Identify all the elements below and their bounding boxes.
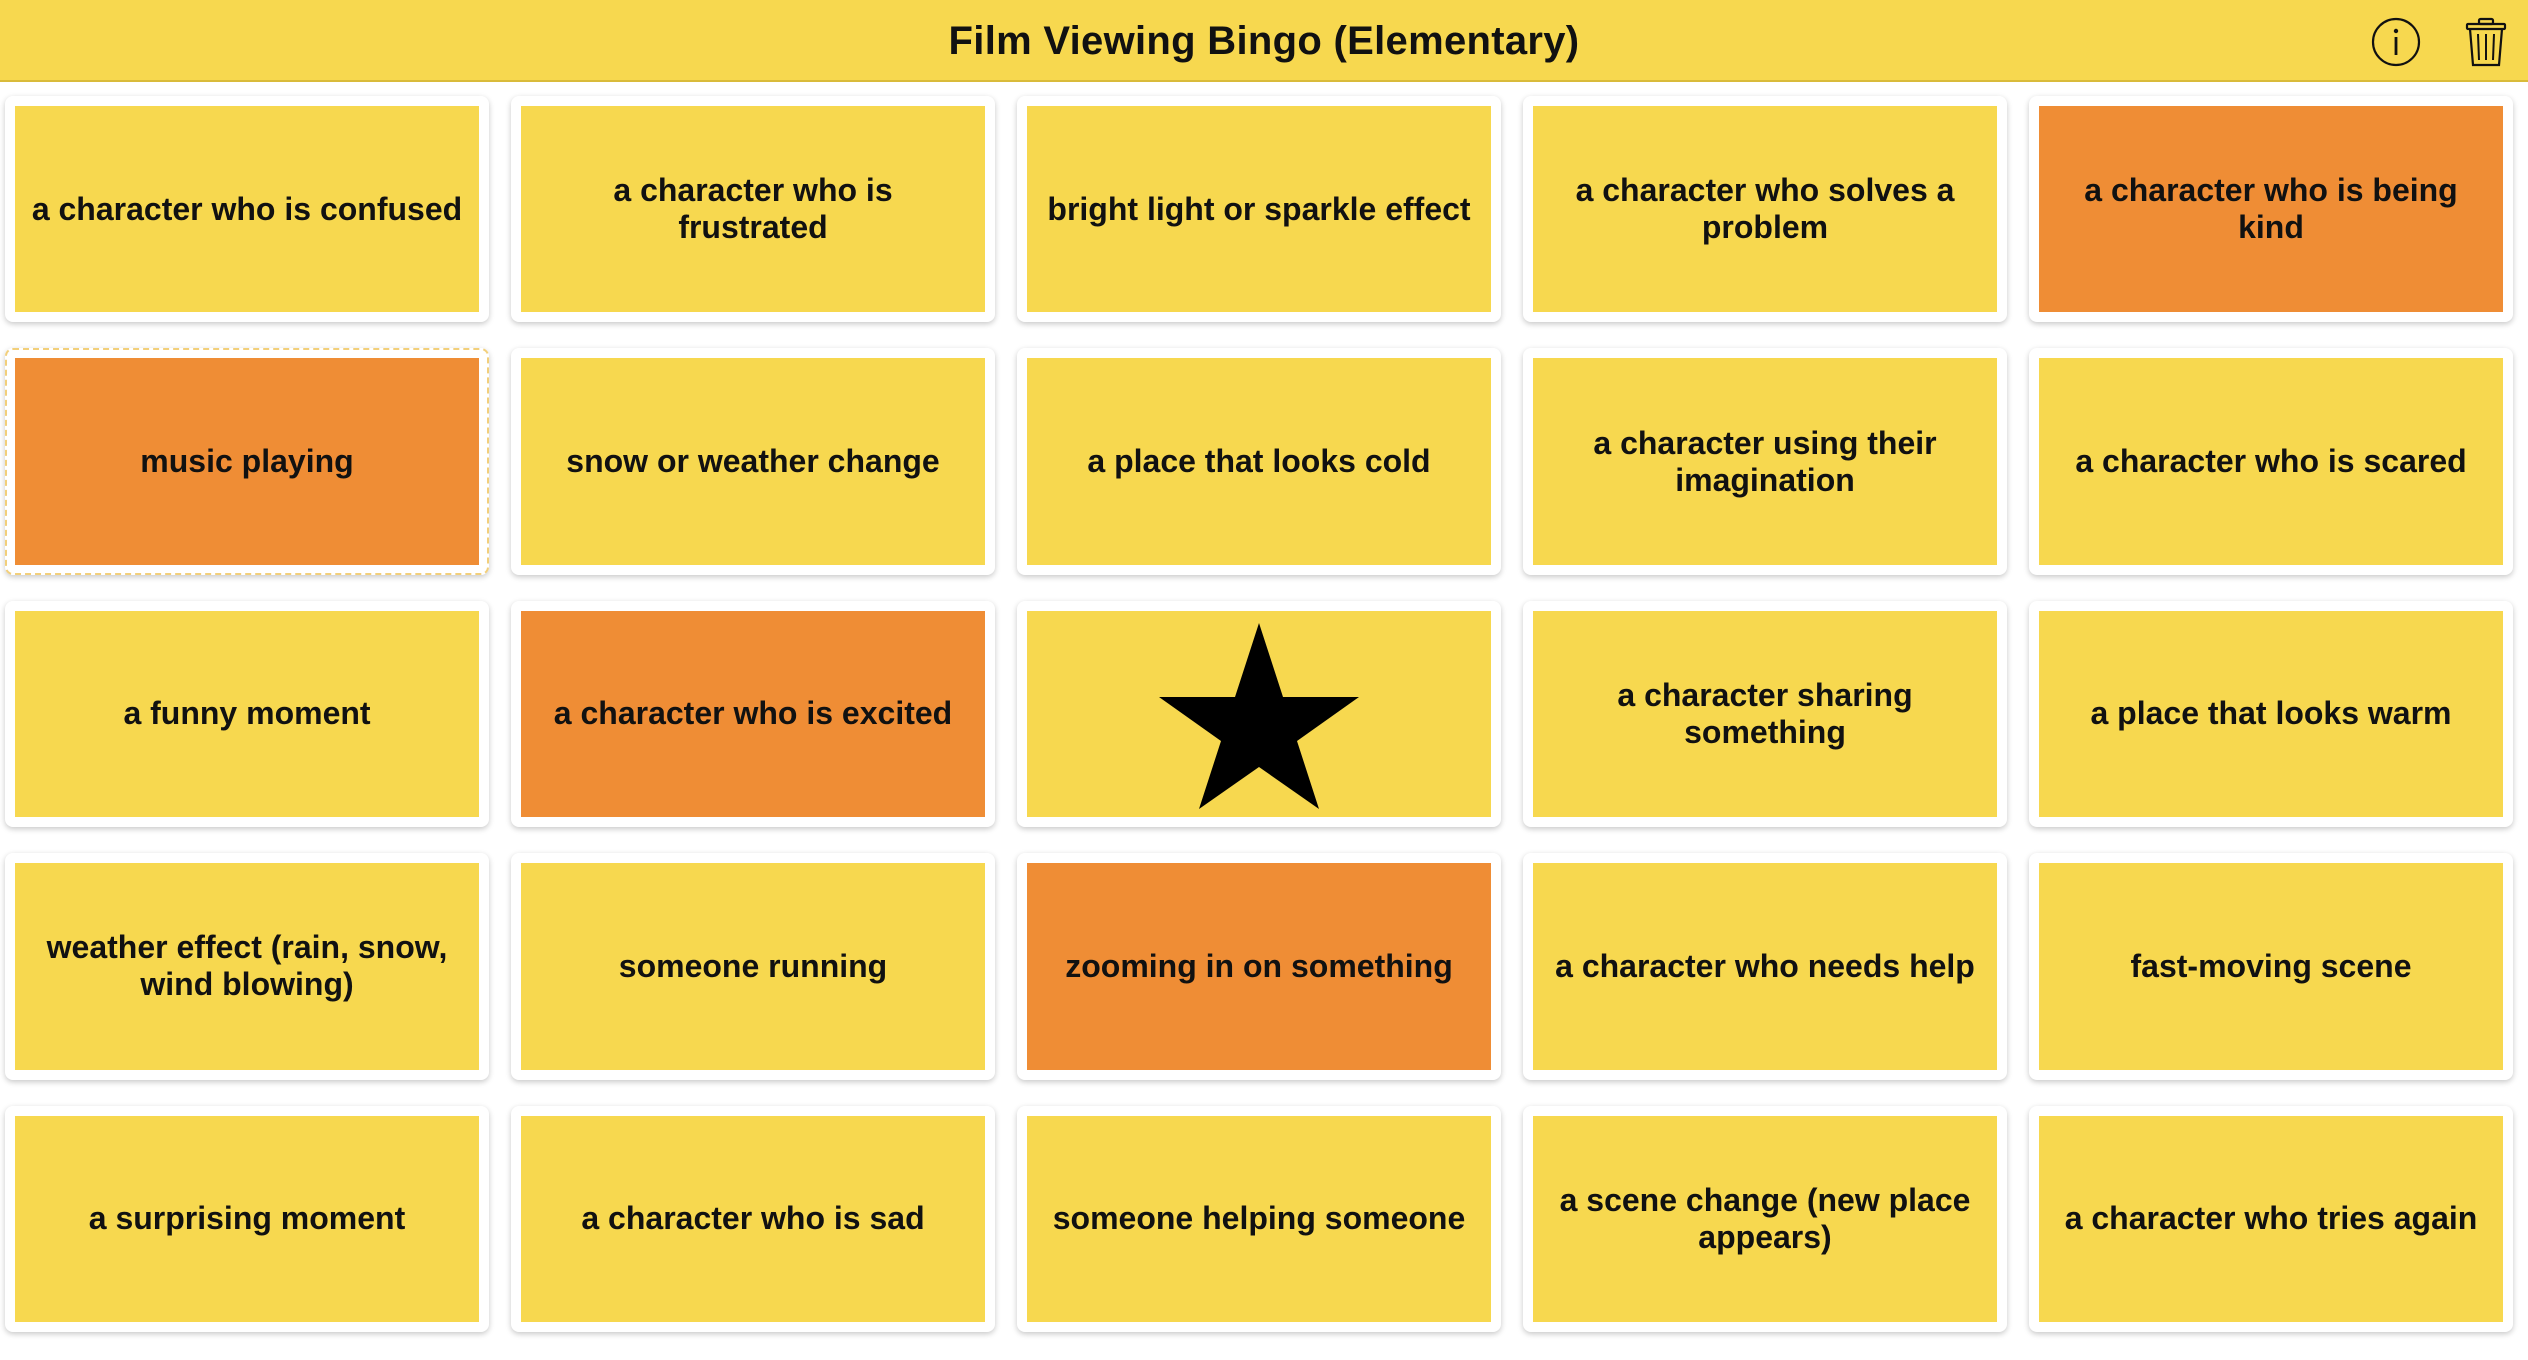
bingo-cell-label: zooming in on something: [1065, 947, 1453, 984]
bingo-cell[interactable]: a character who needs help: [1523, 853, 2007, 1080]
bingo-cell[interactable]: music playing: [5, 348, 489, 575]
bingo-square: a surprising moment: [15, 1115, 479, 1322]
bingo-square: bright light or sparkle effect: [1027, 106, 1491, 313]
bingo-cell[interactable]: a place that looks warm: [2029, 600, 2513, 828]
bingo-cell-label: a character who is scared: [2075, 443, 2467, 480]
bingo-square: a character who tries again: [2039, 1115, 2503, 1322]
bingo-cell[interactable]: a character sharing something: [1523, 600, 2007, 828]
page-title: Film Viewing Bingo (Elementary): [948, 19, 1580, 63]
bingo-cell[interactable]: a character who is sad: [511, 1105, 995, 1332]
bingo-square: a character who solves a problem: [1533, 106, 1997, 313]
bingo-cell[interactable]: a scene change (new place appears): [1523, 1105, 2007, 1332]
bingo-cell[interactable]: bright light or sparkle effect: [1017, 96, 1501, 323]
bingo-cell-label: a character who is sad: [581, 1200, 925, 1237]
bingo-cell[interactable]: a surprising moment: [5, 1105, 489, 1332]
bingo-square-marked: a character who is being kind: [2039, 106, 2503, 313]
bingo-square: [1027, 610, 1491, 818]
bingo-cell[interactable]: a character who is being kind: [2029, 96, 2513, 323]
bingo-cell-label: someone running: [618, 947, 888, 984]
bingo-cell-label: a character sharing something: [1617, 676, 1913, 750]
bingo-cell[interactable]: a character who solves a problem: [1523, 96, 2007, 323]
bingo-square: snow or weather change: [521, 358, 985, 565]
bingo-cell-label: fast-moving scene: [2130, 947, 2412, 984]
bingo-cell-label: a character who needs help: [1555, 947, 1975, 984]
bingo-cell-label: a place that looks cold: [1087, 443, 1431, 480]
bingo-cell-label: a character who solves a problem: [1575, 172, 1955, 246]
bingo-square: a character who is scared: [2039, 358, 2503, 565]
bingo-square-marked: zooming in on something: [1027, 863, 1491, 1070]
bingo-cell[interactable]: a character who tries again: [2029, 1105, 2513, 1332]
bingo-cell[interactable]: a character using their imagination: [1523, 348, 2007, 575]
bingo-cell[interactable]: weather effect (rain, snow, wind blowing…: [5, 853, 489, 1080]
bingo-cell[interactable]: a character who is frustrated: [511, 96, 995, 323]
bingo-cell-label: someone helping someone: [1052, 1200, 1466, 1237]
bingo-square: a character using their imagination: [1533, 358, 1997, 565]
bingo-square: someone helping someone: [1027, 1115, 1491, 1322]
bingo-cell-label: a character who is being kind: [2084, 172, 2458, 246]
bingo-square: a character sharing something: [1533, 610, 1997, 818]
bingo-cell[interactable]: a place that looks cold: [1017, 348, 1501, 575]
bingo-cell[interactable]: fast-moving scene: [2029, 853, 2513, 1080]
bingo-square: a character who is frustrated: [521, 106, 985, 313]
info-icon[interactable]: [2370, 16, 2422, 68]
bingo-square: fast-moving scene: [2039, 863, 2503, 1070]
bingo-board: a character who is confused a character w…: [5, 96, 2513, 1332]
bingo-square-marked: a character who is excited: [521, 610, 985, 818]
bingo-square: weather effect (rain, snow, wind blowing…: [15, 863, 479, 1070]
bingo-cell[interactable]: someone running: [511, 853, 995, 1080]
bingo-cell-label: a surprising moment: [88, 1200, 406, 1237]
bingo-cell-label: a character who is confused: [31, 190, 463, 227]
bingo-cell-label: a character who is excited: [553, 695, 953, 732]
bingo-cell[interactable]: snow or weather change: [511, 348, 995, 575]
bingo-cell[interactable]: zooming in on something: [1017, 853, 1501, 1080]
trash-icon[interactable]: [2460, 16, 2512, 68]
bingo-cell[interactable]: a character who is scared: [2029, 348, 2513, 575]
bingo-cell-label: music playing: [140, 443, 354, 480]
bingo-square: a place that looks warm: [2039, 610, 2503, 818]
bingo-cell[interactable]: a funny moment: [5, 600, 489, 828]
bingo-cell-label: a funny moment: [123, 695, 371, 732]
bingo-cell[interactable]: a character who is excited: [511, 600, 995, 828]
bingo-cell-label: a character who is frustrated: [613, 172, 893, 246]
header-bar: Film Viewing Bingo (Elementary): [0, 0, 2528, 82]
bingo-cell-label: snow or weather change: [566, 443, 940, 480]
bingo-cell-label: a scene change (new place appears): [1559, 1181, 1971, 1255]
bingo-square: a character who is confused: [15, 106, 479, 313]
star-icon: [1159, 619, 1359, 809]
bingo-cell[interactable]: [1017, 600, 1501, 828]
bingo-square: a character who needs help: [1533, 863, 1997, 1070]
bingo-cell-label: a place that looks warm: [2090, 695, 2452, 732]
bingo-square: a scene change (new place appears): [1533, 1115, 1997, 1322]
bingo-cell[interactable]: someone helping someone: [1017, 1105, 1501, 1332]
bingo-cell-label: a character who tries again: [2064, 1200, 2478, 1237]
bingo-square-marked: music playing: [15, 358, 479, 565]
bingo-cell-label: weather effect (rain, snow, wind blowing…: [46, 929, 448, 1003]
bingo-square: someone running: [521, 863, 985, 1070]
bingo-square: a character who is sad: [521, 1115, 985, 1322]
bingo-square: a funny moment: [15, 610, 479, 818]
bingo-square: a place that looks cold: [1027, 358, 1491, 565]
bingo-cell-label: bright light or sparkle effect: [1047, 190, 1471, 227]
bingo-cell-label: a character using their imagination: [1593, 424, 1937, 498]
bingo-cell[interactable]: a character who is confused: [5, 96, 489, 323]
